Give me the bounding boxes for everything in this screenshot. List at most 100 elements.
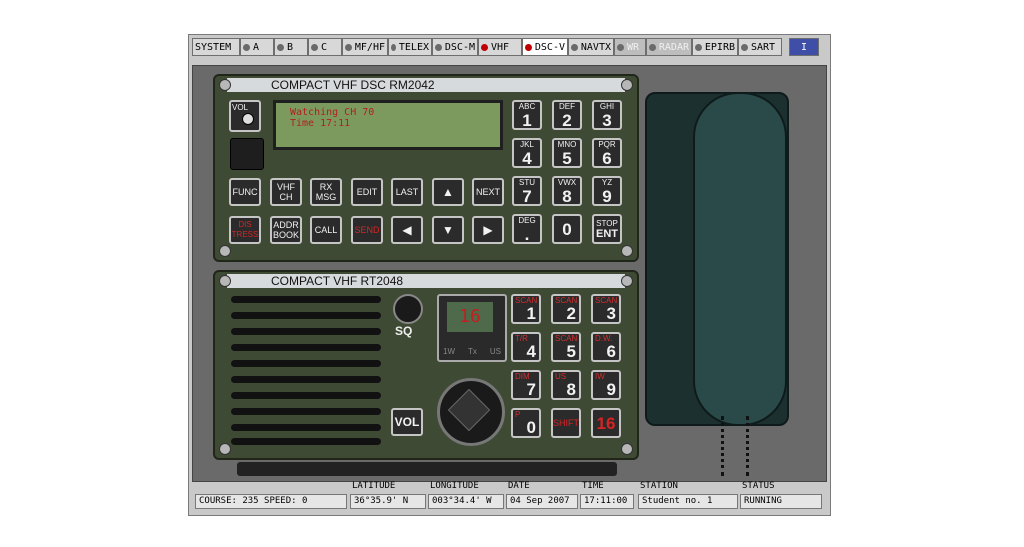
dsc-indicator-window xyxy=(230,138,264,170)
key-2[interactable]: DEF 2 xyxy=(552,100,582,130)
latitude-label: LATITUDE xyxy=(352,481,396,491)
deg-button[interactable]: DEG. xyxy=(512,214,542,244)
right-arrow-button[interactable]: ▶ xyxy=(472,216,504,244)
tab-dsc-m[interactable]: DSC-M xyxy=(432,38,478,56)
squelch-knob[interactable] xyxy=(393,294,423,324)
handset-cord xyxy=(721,416,749,476)
alert-led-icon xyxy=(525,43,532,51)
tab-info[interactable]: I xyxy=(789,38,819,56)
tab-mf-hf[interactable]: MF/HF xyxy=(342,38,388,56)
screw-icon xyxy=(621,275,633,287)
key-0[interactable]: 0 xyxy=(552,214,582,244)
simulator-window: SYSTEM A B C MF/HF TELEX DSC-M VHF DSC-V… xyxy=(188,34,831,516)
status-led-icon xyxy=(617,43,624,51)
rt-key-0[interactable]: P0 xyxy=(511,408,541,438)
telephone-handset-icon[interactable] xyxy=(693,92,787,426)
rt-key-9[interactable]: IW 9 xyxy=(591,370,621,400)
lcd-line-2: Time 17:11 xyxy=(290,118,351,129)
latitude-field: 36°35.9' N xyxy=(350,494,426,509)
key-7[interactable]: STU 7 xyxy=(512,176,542,206)
time-label: TIME xyxy=(582,481,604,491)
status-led-icon xyxy=(649,43,656,51)
tab-a[interactable]: A xyxy=(240,38,274,56)
rt-key-8[interactable]: US 8 xyxy=(551,370,581,400)
edit-button[interactable]: EDIT xyxy=(351,178,383,206)
key-3[interactable]: GHI 3 xyxy=(592,100,622,130)
channel-display: 16 xyxy=(447,302,493,332)
status-led-icon xyxy=(435,43,442,51)
rt-transceiver-panel: COMPACT VHF RT2048 SQ 16 1W Tx US VOL SC… xyxy=(213,270,639,460)
status-led-icon xyxy=(277,43,284,51)
status-led-icon xyxy=(243,43,250,51)
tx-indicator: Tx xyxy=(467,347,477,356)
left-arrow-button[interactable]: ◀ xyxy=(391,216,423,244)
time-field: 17:11:00 xyxy=(580,494,634,509)
key-6[interactable]: PQR 6 xyxy=(592,138,622,168)
up-arrow-button[interactable]: ▲ xyxy=(432,178,464,206)
status-label: STATUS xyxy=(742,481,775,491)
down-arrow-button[interactable]: ▼ xyxy=(432,216,464,244)
rt-key-7[interactable]: DIM 7 xyxy=(511,370,541,400)
key-1[interactable]: ABC 1 xyxy=(512,100,542,130)
date-label: DATE xyxy=(508,481,530,491)
arrow-right-icon: ▶ xyxy=(483,223,493,237)
dsc-controller-panel: COMPACT VHF DSC RM2042 VOL Watching CH 7… xyxy=(213,74,639,262)
rt-key-3[interactable]: SCAN 3 xyxy=(591,294,621,324)
arrow-up-icon: ▲ xyxy=(442,185,454,199)
rt-key-4[interactable]: T/R 4 xyxy=(511,332,541,362)
tab-wr[interactable]: WR xyxy=(614,38,646,56)
status-indicators: 1W Tx US xyxy=(443,347,501,356)
squelch-label: SQ xyxy=(395,324,413,338)
rt-key-2[interactable]: SCAN 2 xyxy=(551,294,581,324)
dsc-volume-knob[interactable]: VOL xyxy=(229,100,261,132)
vhf-ch-button[interactable]: VHF CH xyxy=(270,178,302,206)
status-led-icon xyxy=(311,43,318,51)
longitude-field: 003°34.4' W xyxy=(428,494,504,509)
func-button[interactable]: FUNC xyxy=(229,178,261,206)
addr-book-button[interactable]: ADDR BOOK xyxy=(270,216,302,244)
course-speed-field: COURSE: 235 SPEED: 0 xyxy=(195,494,347,509)
rt-key-6[interactable]: D.W. 6 xyxy=(591,332,621,362)
tab-epirb[interactable]: EPIRB xyxy=(692,38,738,56)
screw-icon xyxy=(219,79,231,91)
key-5[interactable]: MNO 5 xyxy=(552,138,582,168)
distress-button[interactable]: DIS TRESS xyxy=(229,216,261,244)
tab-system[interactable]: SYSTEM xyxy=(192,38,240,56)
tab-vhf[interactable]: VHF xyxy=(478,38,522,56)
tab-radar[interactable]: RADAR xyxy=(646,38,692,56)
key-9[interactable]: YZ 9 xyxy=(592,176,622,206)
key-4[interactable]: JKL 4 xyxy=(512,138,542,168)
tab-navtx[interactable]: NAVTX xyxy=(568,38,614,56)
screw-icon xyxy=(219,443,231,455)
lcd-line-1: Watching CH 70 xyxy=(290,107,375,118)
next-button[interactable]: NEXT xyxy=(472,178,504,206)
screw-icon xyxy=(621,443,633,455)
volume-dial[interactable] xyxy=(437,378,505,446)
rx-msg-button[interactable]: RX MSG xyxy=(310,178,342,206)
status-field: RUNNING xyxy=(740,494,822,509)
shift-button[interactable]: SHIFT xyxy=(551,408,581,438)
status-led-icon xyxy=(391,43,396,51)
screw-icon xyxy=(219,245,231,257)
last-button[interactable]: LAST xyxy=(391,178,423,206)
channel-16-button[interactable]: 16 xyxy=(591,408,621,438)
call-button[interactable]: CALL xyxy=(310,216,342,244)
status-led-icon xyxy=(741,43,748,51)
longitude-label: LONGITUDE xyxy=(430,481,479,491)
radio-stage: COMPACT VHF DSC RM2042 VOL Watching CH 7… xyxy=(192,65,827,482)
send-button[interactable]: SEND xyxy=(351,216,383,244)
status-led-icon xyxy=(695,43,702,51)
rt-key-1[interactable]: SCAN 1 xyxy=(511,294,541,324)
stop-ent-button[interactable]: STOP ENT xyxy=(592,214,622,244)
tab-sart[interactable]: SART xyxy=(738,38,782,56)
rt-key-5[interactable]: SCAN 5 xyxy=(551,332,581,362)
key-8[interactable]: VWX 8 xyxy=(552,176,582,206)
tab-dsc-v[interactable]: DSC-V xyxy=(522,38,568,56)
tab-c[interactable]: C xyxy=(308,38,342,56)
tab-b[interactable]: B xyxy=(274,38,308,56)
tab-telex[interactable]: TELEX xyxy=(388,38,432,56)
screw-icon xyxy=(621,79,633,91)
us-indicator: US xyxy=(489,347,501,356)
rt-volume-button[interactable]: VOL xyxy=(391,408,423,436)
date-field: 04 Sep 2007 xyxy=(506,494,578,509)
